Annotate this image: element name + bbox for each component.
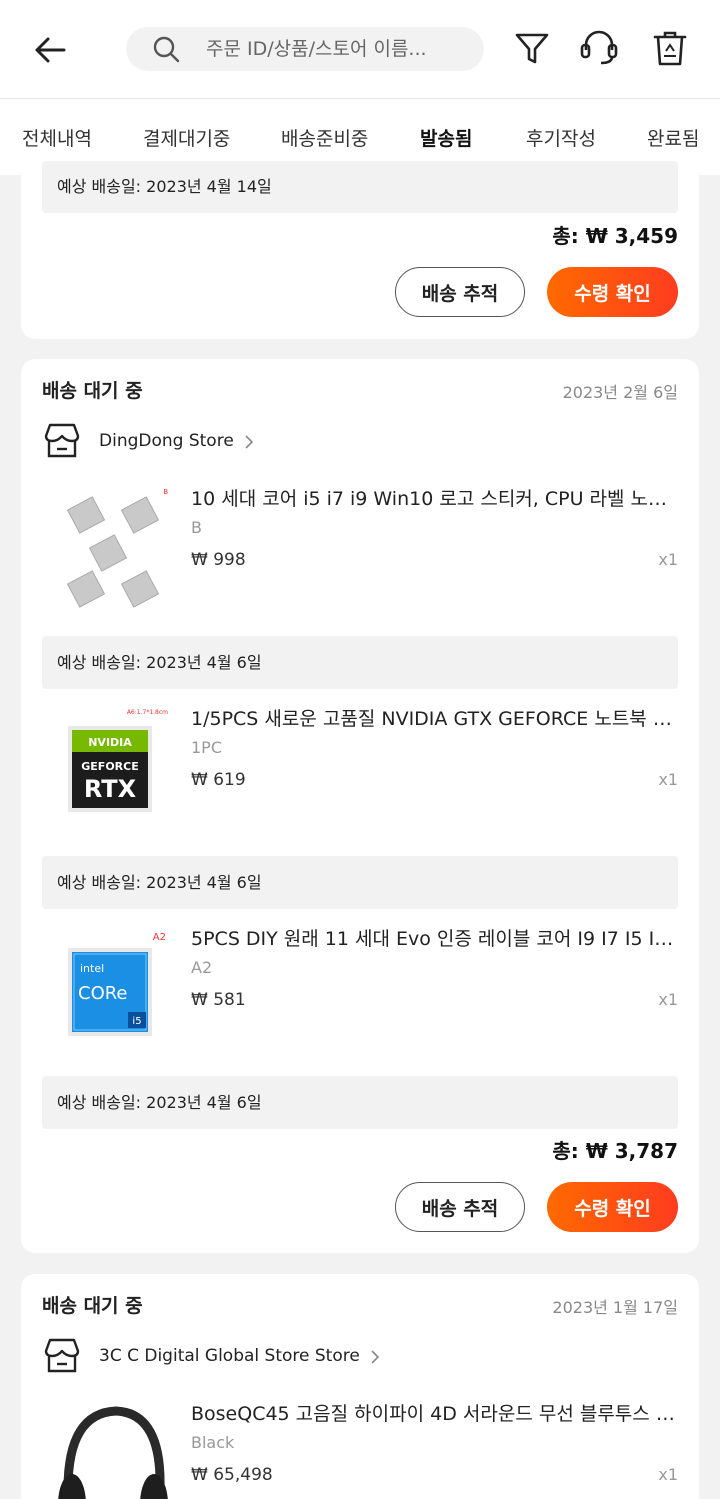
store-icon [42, 421, 82, 461]
top-bar [0, 0, 720, 99]
thumb-brand: intel [80, 962, 104, 975]
chevron-right-icon [242, 434, 256, 449]
product-variant: B [191, 518, 202, 537]
store-name: 3C C Digital Global Store Store [99, 1346, 360, 1366]
product-price: ₩ 998 [191, 550, 246, 570]
tab-awaiting-payment[interactable]: 결제대기중 [143, 124, 230, 151]
search-input[interactable] [206, 38, 476, 60]
thumb-tag: B [163, 488, 168, 496]
order-item[interactable]: intel CORe i5 A2 5PCS DIY 원래 11 세대 Evo 인… [42, 924, 681, 1064]
product-variant: Black [191, 1433, 235, 1452]
thumb-line1: CORe [78, 983, 128, 1004]
thumb-brand: NVIDIA [88, 736, 132, 749]
thumb-line2: RTX [84, 775, 137, 803]
order-card: 배송 대기 중 2023년 2월 6일 DingDong Store B 10 … [21, 359, 699, 1253]
estimated-delivery: 예상 배송일: 2023년 4월 6일 [42, 636, 678, 689]
filter-icon[interactable] [512, 28, 552, 68]
product-title: BoseQC45 고음질 하이파이 4D 서라운드 무선 블루투스 헤드폰 [191, 1403, 681, 1425]
estimated-delivery: 예상 배송일: 2023년 4월 6일 [42, 856, 678, 909]
order-total: 총: ₩ 3,459 [552, 224, 678, 248]
product-quantity: x1 [658, 550, 678, 569]
store-link[interactable]: DingDong Store [42, 421, 256, 461]
order-date: 2023년 1월 17일 [552, 1298, 678, 1317]
order-card: 배송 대기 중 2023년 1월 17일 3C C Digital Global… [21, 1274, 699, 1499]
order-status: 배송 대기 중 [42, 380, 143, 402]
product-variant: 1PC [191, 738, 222, 757]
product-thumbnail [50, 1399, 170, 1499]
search-bar[interactable] [126, 27, 484, 71]
tab-all[interactable]: 전체내역 [22, 124, 92, 151]
confirm-receipt-button[interactable]: 수령 확인 [547, 1182, 678, 1232]
track-shipment-button[interactable]: 배송 추적 [395, 267, 525, 317]
back-arrow-icon[interactable] [30, 30, 70, 70]
tab-preparing[interactable]: 배송준비중 [281, 124, 368, 151]
product-title: 10 세대 코어 i5 i7 i9 Win10 로고 스티커, CPU 라벨 노… [191, 488, 681, 510]
order-date: 2023년 2월 6일 [562, 383, 678, 402]
product-title: 5PCS DIY 원래 11 세대 Evo 인증 레이블 코어 I9 I7 I5… [191, 928, 681, 950]
thumb-line2: i5 [132, 1016, 141, 1027]
product-quantity: x1 [658, 1465, 678, 1484]
product-price: ₩ 65,498 [191, 1465, 273, 1485]
order-item[interactable]: NVIDIA GEFORCE RTX A6:1.7*1.8cm 1/5PCS 새… [42, 704, 681, 844]
order-item[interactable]: B 10 세대 코어 i5 i7 i9 Win10 로고 스티커, CPU 라벨… [42, 484, 681, 624]
store-link[interactable]: 3C C Digital Global Store Store [42, 1336, 382, 1376]
product-thumbnail: intel CORe i5 A2 [50, 924, 170, 1064]
track-shipment-button[interactable]: 배송 추적 [395, 1182, 525, 1232]
product-quantity: x1 [658, 770, 678, 789]
order-item[interactable]: BoseQC45 고음질 하이파이 4D 서라운드 무선 블루투스 헤드폰 Bl… [42, 1399, 681, 1499]
product-price: ₩ 619 [191, 770, 246, 790]
confirm-receipt-button[interactable]: 수령 확인 [547, 267, 678, 317]
product-quantity: x1 [658, 990, 678, 1009]
recycle-bin-icon[interactable] [650, 28, 690, 68]
product-variant: A2 [191, 958, 213, 977]
thumb-tag: A6:1.7*1.8cm [127, 709, 168, 716]
tab-write-review[interactable]: 후기작성 [526, 124, 596, 151]
chevron-right-icon [368, 1349, 382, 1364]
estimated-delivery: 예상 배송일: 2023년 4월 6일 [42, 1076, 678, 1129]
order-status: 배송 대기 중 [42, 1295, 143, 1317]
product-price: ₩ 581 [191, 990, 246, 1010]
estimated-delivery: 예상 배송일: 2023년 4월 14일 [42, 161, 678, 213]
product-title: 1/5PCS 새로운 고품질 NVIDIA GTX GEFORCE 노트북 스티… [191, 708, 681, 730]
tab-shipped[interactable]: 발송됨 [420, 124, 472, 151]
tab-completed[interactable]: 완료됨 [647, 124, 699, 151]
store-icon [42, 1336, 82, 1376]
product-thumbnail: NVIDIA GEFORCE RTX A6:1.7*1.8cm [50, 704, 170, 844]
order-card: 예상 배송일: 2023년 4월 14일 총: ₩ 3,459 배송 추적 수령… [21, 161, 699, 339]
store-name: DingDong Store [99, 431, 234, 451]
order-total: 총: ₩ 3,787 [552, 1139, 678, 1163]
thumb-tag: A2 [153, 932, 166, 943]
product-thumbnail: B [50, 484, 170, 624]
search-icon [152, 35, 180, 63]
thumb-line1: GEFORCE [81, 760, 138, 773]
customer-service-icon[interactable] [579, 28, 619, 68]
